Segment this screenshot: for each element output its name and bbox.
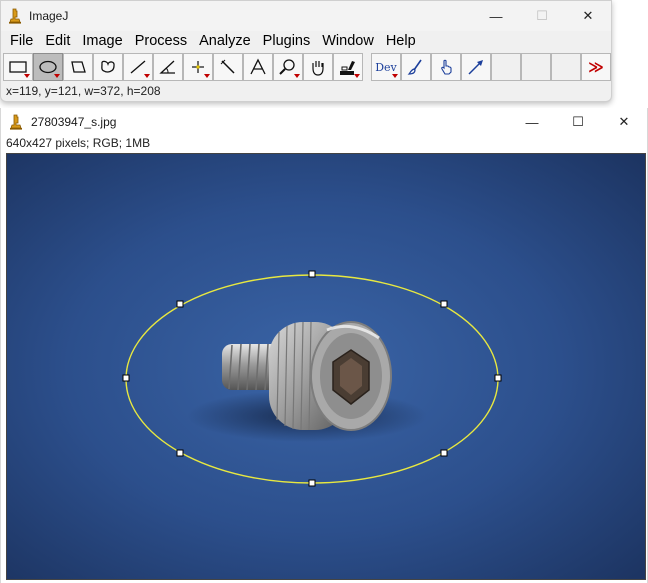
menu-help[interactable]: Help [380,31,422,51]
angle-icon [159,60,175,74]
close-icon[interactable]: ✕ [565,1,611,31]
hand-tool-button[interactable] [303,53,333,81]
image-window: 27803947_s.jpg — ☐ ✕ 640x427 pixels; RGB… [0,108,648,583]
crosshair-icon [192,61,204,73]
minimize-icon[interactable]: — [509,108,555,136]
menu-plugins[interactable]: Plugins [257,31,317,51]
line-tool-button[interactable] [123,53,153,81]
microscope-icon [1,114,31,130]
rectangle-icon [9,61,27,73]
wand-icon [220,59,235,74]
freehand-tool-button[interactable] [93,53,123,81]
brush-tool-button[interactable] [401,53,431,81]
image-titlebar[interactable]: 27803947_s.jpg — ☐ ✕ [1,108,647,136]
menu-window[interactable]: Window [316,31,380,51]
arrow-icon [468,60,483,75]
oval-icon [39,60,57,74]
zoom-tool-button[interactable] [273,53,303,81]
oval-tool-button[interactable] [33,53,63,81]
image-canvas[interactable] [6,153,646,580]
status-bar: x=119, y=121, w=372, h=208 [6,84,161,98]
polygon-icon [71,61,86,73]
rectangle-tool-button[interactable] [3,53,33,81]
touch-tool-button[interactable] [431,53,461,81]
double-chevron-right-icon: ≫ [588,59,604,76]
toolbar: Dev ≫ [1,52,611,82]
menubar: File Edit Image Process Analyze Plugins … [1,31,611,51]
empty-tool-slot-2[interactable] [521,53,551,81]
wand-tool-button[interactable] [213,53,243,81]
menu-edit[interactable]: Edit [39,31,76,51]
hand-icon [312,61,324,76]
maximize-icon[interactable]: ☐ [519,1,565,31]
menu-file[interactable]: File [4,31,39,51]
menu-analyze[interactable]: Analyze [193,31,257,51]
empty-tool-slot-1[interactable] [491,53,521,81]
angle-tool-button[interactable] [153,53,183,81]
imagej-main-window: ImageJ — ☐ ✕ File Edit Image Process Ana… [0,0,612,102]
point-tool-button[interactable] [183,53,213,81]
microscope-icon [1,8,29,24]
developer-menu-button[interactable]: Dev [371,53,401,81]
menu-image[interactable]: Image [76,31,128,51]
pointer-hand-icon [441,59,452,75]
polygon-tool-button[interactable] [63,53,93,81]
empty-tool-slot-3[interactable] [551,53,581,81]
brush-icon [407,59,422,75]
text-icon [250,58,266,75]
line-icon [130,60,146,74]
main-titlebar[interactable]: ImageJ — ☐ ✕ [1,1,611,31]
dropper-tool-button[interactable] [333,53,363,81]
arrow-tool-button[interactable] [461,53,491,81]
more-tools-button[interactable]: ≫ [581,53,611,81]
main-window-title: ImageJ [29,9,69,23]
dev-label: Dev [375,60,397,74]
freehand-icon [101,60,115,73]
image-info: 640x427 pixels; RGB; 1MB [6,136,151,150]
image-window-title: 27803947_s.jpg [31,115,117,129]
menu-process[interactable]: Process [129,31,193,51]
photo-bolt-on-blue [7,154,645,579]
minimize-icon[interactable]: — [473,1,519,31]
close-icon[interactable]: ✕ [601,108,647,136]
maximize-icon[interactable]: ☐ [555,108,601,136]
text-tool-button[interactable] [243,53,273,81]
